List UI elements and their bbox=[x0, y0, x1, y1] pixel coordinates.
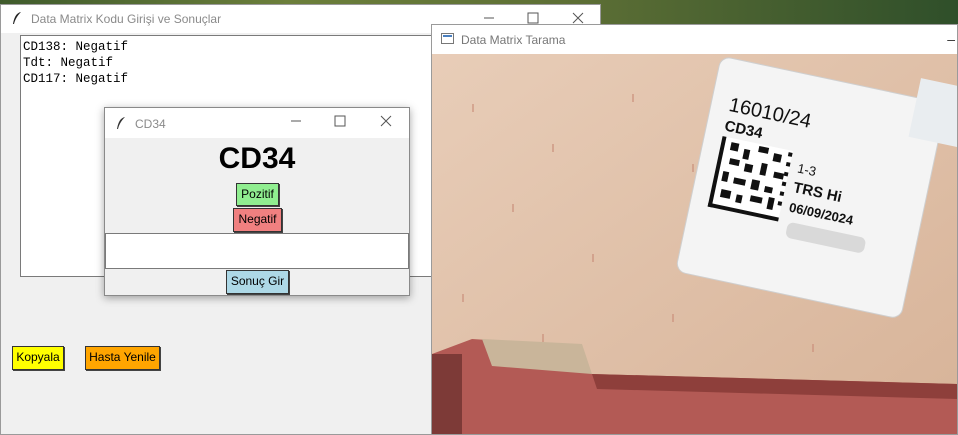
dialog-titlebar[interactable]: CD34 bbox=[105, 108, 409, 138]
result-line: CD138: Negatif bbox=[23, 40, 129, 54]
dialog-heading: CD34 bbox=[218, 142, 296, 175]
result-line: Tdt: Negatif bbox=[23, 56, 114, 70]
negative-button[interactable]: Negatif bbox=[233, 208, 282, 232]
close-icon[interactable] bbox=[376, 112, 396, 130]
dialog-title: CD34 bbox=[135, 117, 166, 131]
camera-feed-image: 16010/24 CD34 1-3 TRS Hi 06/09/2024 bbox=[432, 54, 957, 434]
camera-titlebar[interactable]: Data Matrix Tarama – bbox=[432, 25, 957, 54]
feather-icon bbox=[117, 117, 125, 129]
camera-window-title: Data Matrix Tarama bbox=[461, 33, 566, 47]
camera-window-icon bbox=[441, 33, 454, 44]
renew-patient-button[interactable]: Hasta Yenile bbox=[85, 346, 160, 370]
minimize-icon[interactable]: – bbox=[947, 31, 955, 47]
result-input[interactable] bbox=[105, 233, 409, 269]
submit-result-button[interactable]: Sonuç Gir bbox=[226, 270, 289, 294]
minimize-icon[interactable] bbox=[286, 112, 306, 130]
result-line: CD117: Negatif bbox=[23, 72, 129, 86]
cd34-dialog: CD34 CD34 Pozitif Negatif Sonuç Gir bbox=[104, 107, 410, 296]
positive-button[interactable]: Pozitif bbox=[236, 183, 279, 206]
copy-button[interactable]: Kopyala bbox=[12, 346, 64, 370]
main-window-title: Data Matrix Kodu Girişi ve Sonuçlar bbox=[31, 12, 222, 26]
maximize-icon[interactable] bbox=[330, 112, 350, 130]
feather-icon bbox=[13, 12, 21, 24]
camera-window: Data Matrix Tarama – 16010/24 CD34 1-3 T… bbox=[431, 24, 958, 435]
